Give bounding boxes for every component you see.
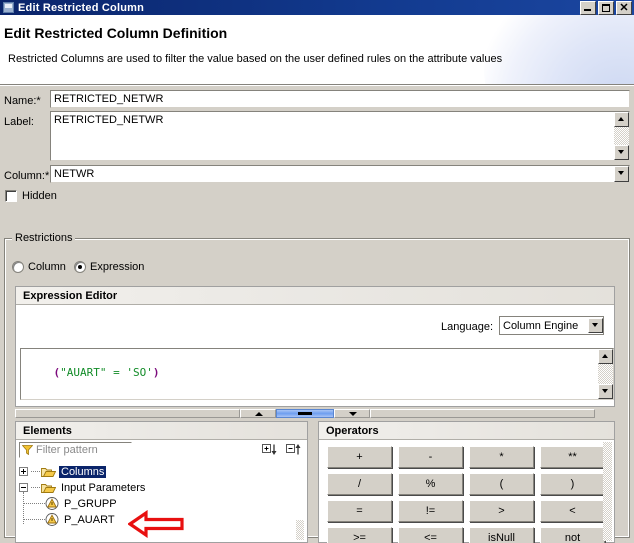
operator-button-multiply[interactable]: * [469,446,534,468]
collapse-all-icon[interactable] [286,443,302,457]
label-scroll-track[interactable] [614,127,629,145]
operator-button-open-paren[interactable]: ( [469,473,534,495]
edit-restricted-column-dialog: Edit Restricted Column ✕ Edit Restricted… [0,0,634,543]
column-combo[interactable]: NETWR [50,165,630,183]
label-label: Label: [4,116,34,128]
operator-button-equals[interactable]: = [327,500,392,522]
expression-radio-label: Expression [90,261,145,273]
tree-connector-horizontal [23,519,45,520]
maximize-button[interactable] [598,1,614,15]
parameter-icon [45,513,59,526]
operator-button-plus[interactable]: + [327,446,392,468]
minimize-button[interactable] [580,1,596,15]
name-label: Name:* [4,95,41,107]
restriction-option-expression[interactable]: Expression [74,261,144,273]
tree-label-p-auart: P_AUART [64,513,115,526]
expression-editor-header: Expression Editor [16,287,614,305]
page-title: Edit Restricted Column Definition [4,25,228,41]
tree-connector [31,486,40,489]
column-radio[interactable] [12,261,24,273]
column-dropdown-arrow-icon[interactable] [614,166,629,182]
language-label: Language: [441,321,493,333]
folder-icon [41,466,56,478]
tree-node-columns[interactable]: Columns [19,464,107,479]
operators-scroll-track[interactable] [603,442,612,541]
window-controls: ✕ [580,1,632,15]
folder-icon [41,482,56,494]
tree-node-p-grupp[interactable]: P_GRUPP [45,496,119,511]
header-divider-highlight [0,85,634,86]
panel-sash[interactable] [15,408,615,419]
elements-panel-header: Elements [16,422,307,440]
operators-panel-header: Operators [319,422,614,440]
label-scroll-up-icon[interactable] [614,112,629,127]
tree-node-p-auart[interactable]: P_AUART [45,512,117,527]
window-title: Edit Restricted Column [18,1,145,14]
operator-button-divide[interactable]: / [327,473,392,495]
hidden-checkbox[interactable] [5,190,17,202]
operator-button-greater-equals[interactable]: >= [327,527,392,543]
code-token-column: "AUART" [60,366,107,379]
code-token-value: 'SO' [126,366,153,379]
header-decoration [484,15,634,85]
code-token-close-paren: ) [152,366,160,379]
operators-grid: + - * ** / % ( ) = != > < >= <= isNull n… [322,442,611,543]
window-icon [3,2,14,13]
operator-button-modulo[interactable]: % [398,473,463,495]
code-token-operator: = [106,366,127,379]
column-label: Column:* [4,170,50,182]
sash-collapse-down-icon[interactable] [334,409,370,418]
operator-button-minus[interactable]: - [398,446,463,468]
restriction-option-column[interactable]: Column [12,261,66,273]
sash-left-bar[interactable] [15,409,240,418]
column-radio-label: Column [28,261,66,273]
tree-connector-horizontal [23,503,45,504]
operator-button-not-equals[interactable]: != [398,500,463,522]
operator-button-not[interactable]: not [540,527,605,543]
expression-radio[interactable] [74,261,86,273]
elements-tree: Columns Input Parameters P_GRUPP P_AUART [19,462,304,540]
label-scrollbar[interactable] [614,112,629,160]
filter-icon [22,445,33,455]
dialog-header: Edit Restricted Column Definition Restri… [0,15,634,85]
sash-handle[interactable] [276,409,334,418]
tree-label-p-grupp: P_GRUPP [64,497,117,510]
tree-label-input-parameters: Input Parameters [61,481,146,494]
label-scroll-down-icon[interactable] [614,145,629,160]
filter-placeholder: Filter pattern [36,444,98,456]
code-scroll-down-icon[interactable] [598,384,613,399]
expression-code-editor[interactable]: ("AUART" = 'SO') [20,348,614,400]
hidden-label: Hidden [22,190,57,202]
close-button[interactable]: ✕ [616,1,632,15]
code-scroll-track[interactable] [598,364,613,384]
elements-scroll-track[interactable] [296,520,304,540]
tree-connector [31,470,40,473]
operator-button-greater[interactable]: > [469,500,534,522]
operator-button-less[interactable]: < [540,500,605,522]
parameter-icon [45,497,59,510]
filter-input[interactable]: Filter pattern [19,442,132,458]
restrictions-group-title: Restrictions [12,232,76,244]
expand-columns-icon[interactable] [19,467,28,476]
operator-button-less-equals[interactable]: <= [398,527,463,543]
tree-node-input-parameters[interactable]: Input Parameters [19,480,147,495]
operator-button-power[interactable]: ** [540,446,605,468]
window-titlebar[interactable]: Edit Restricted Column ✕ [0,0,634,15]
code-scroll-up-icon[interactable] [598,349,613,364]
expand-all-icon[interactable] [262,443,278,457]
code-scrollbar[interactable] [598,349,613,399]
name-input[interactable]: RETRICTED_NETWR [50,90,630,108]
page-description: Restricted Columns are used to filter th… [8,53,503,65]
label-textarea[interactable]: RETRICTED_NETWR [50,111,630,161]
operator-button-isnull[interactable]: isNull [469,527,534,543]
hidden-checkbox-row[interactable]: Hidden [5,190,57,202]
language-dropdown-arrow-icon[interactable] [588,318,603,333]
sash-right-bar[interactable] [370,409,595,418]
collapse-input-parameters-icon[interactable] [19,483,28,492]
tree-label-columns: Columns [59,465,107,478]
operator-button-close-paren[interactable]: ) [540,473,605,495]
sash-collapse-up-icon[interactable] [240,409,276,418]
